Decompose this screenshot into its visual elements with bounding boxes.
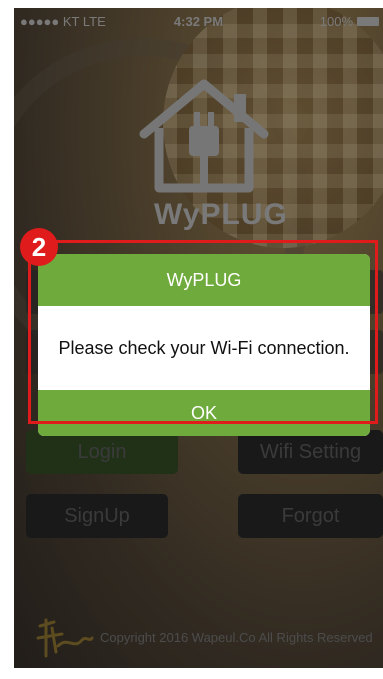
annotation-highlight-box [28,240,378,424]
annotation-step-badge: 2 [20,228,58,266]
